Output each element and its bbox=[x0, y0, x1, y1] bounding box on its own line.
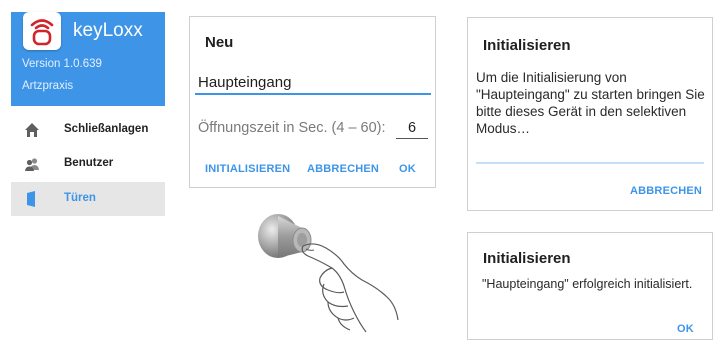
drawer-header: keyLoxx Version 1.0.639 Artzpraxis bbox=[11, 12, 165, 106]
dialog-title: Initialisieren bbox=[483, 250, 571, 267]
users-icon bbox=[25, 158, 39, 171]
sidebar-item-label: Schließanlagen bbox=[64, 123, 149, 135]
opening-time-label: Öffnungszeit in Sec. (4 – 60): bbox=[198, 120, 386, 136]
opening-time-input[interactable] bbox=[396, 117, 428, 139]
sidebar-item-label: Türen bbox=[64, 192, 96, 204]
sidebar-item-tueren[interactable]: Türen bbox=[11, 182, 165, 216]
sidebar-item-schliessanlagen[interactable]: Schließanlagen bbox=[11, 113, 165, 147]
dialog-title: Initialisieren bbox=[483, 37, 571, 54]
initialize-button[interactable]: INITIALISIEREN bbox=[205, 163, 290, 175]
progress-bar bbox=[476, 162, 704, 164]
navigation-drawer: keyLoxx Version 1.0.639 Artzpraxis Schli… bbox=[11, 12, 165, 216]
dialog-title: Neu bbox=[205, 34, 234, 51]
door-icon bbox=[27, 191, 35, 207]
new-door-dialog: Neu Öffnungszeit in Sec. (4 – 60): INITI… bbox=[189, 16, 436, 188]
app-name: keyLoxx bbox=[73, 20, 143, 41]
home-icon bbox=[25, 123, 39, 137]
ok-button[interactable]: OK bbox=[677, 323, 694, 335]
cancel-button[interactable]: ABBRECHEN bbox=[307, 163, 379, 175]
keyloxx-logo-icon bbox=[23, 12, 61, 50]
initialize-progress-dialog: Initialisieren Um die Initialisierung vo… bbox=[467, 17, 713, 211]
initialize-success-dialog: Initialisieren "Haupteingang" erfolgreic… bbox=[467, 232, 713, 340]
hand-touching-lock-cylinder-icon bbox=[258, 214, 399, 333]
account-name: Artzpraxis bbox=[22, 80, 74, 92]
ok-button[interactable]: OK bbox=[399, 163, 416, 175]
app-version: Version 1.0.639 bbox=[22, 58, 102, 70]
door-name-input[interactable] bbox=[195, 71, 431, 95]
dialog-message: Um die Initialisierung von "Haupteingang… bbox=[476, 70, 705, 136]
dialog-message: "Haupteingang" erfolgreich initialisiert… bbox=[482, 277, 693, 291]
cancel-button[interactable]: ABBRECHEN bbox=[630, 185, 702, 197]
sidebar-item-label: Benutzer bbox=[64, 157, 114, 169]
sidebar-item-benutzer[interactable]: Benutzer bbox=[11, 147, 165, 181]
